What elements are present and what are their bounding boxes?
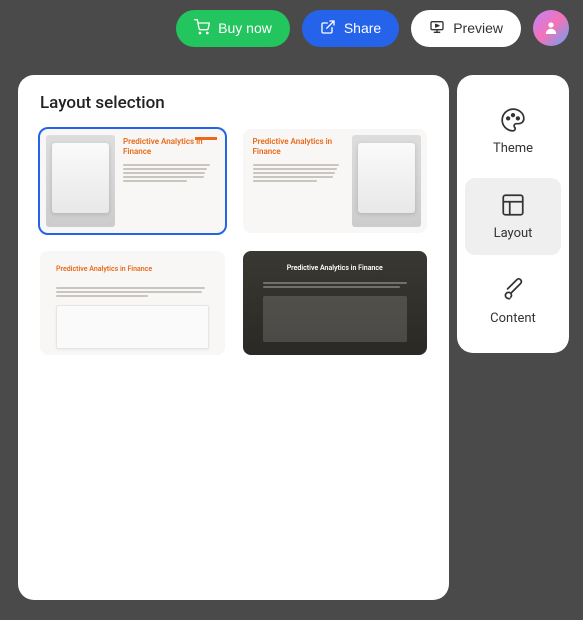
layout-grid: Predictive Analytics in Finance Predicti… bbox=[40, 129, 427, 355]
right-sidebar: Theme Layout Content bbox=[457, 75, 569, 353]
layout-thumbnail-image bbox=[352, 135, 421, 227]
preview-button[interactable]: Preview bbox=[411, 10, 521, 47]
layout-option-4[interactable]: Predictive Analytics in Finance bbox=[243, 251, 428, 355]
brush-icon bbox=[500, 277, 526, 303]
layout-thumbnail-body bbox=[56, 287, 209, 299]
layout-icon bbox=[500, 192, 526, 218]
user-avatar[interactable] bbox=[533, 10, 569, 46]
top-toolbar: Buy now Share Preview bbox=[0, 0, 583, 56]
layout-thumbnail-body bbox=[263, 282, 407, 290]
layout-thumbnail-image bbox=[46, 135, 115, 227]
palette-icon bbox=[500, 107, 526, 133]
sidebar-item-layout[interactable]: Layout bbox=[465, 178, 561, 255]
layout-option-3[interactable]: Predictive Analytics in Finance bbox=[40, 251, 225, 355]
cart-icon bbox=[194, 19, 210, 38]
layout-thumbnail-title: Predictive Analytics in Finance bbox=[56, 265, 209, 273]
layout-thumbnail-image bbox=[263, 296, 407, 342]
layout-thumbnail-title: Predictive Analytics in Finance bbox=[287, 264, 383, 272]
layout-option-1[interactable]: Predictive Analytics in Finance bbox=[40, 129, 225, 233]
layout-selection-panel: Layout selection Predictive Analytics in… bbox=[18, 75, 449, 600]
sidebar-item-label: Content bbox=[490, 311, 536, 326]
layout-thumbnail-table bbox=[56, 305, 209, 349]
buy-now-label: Buy now bbox=[218, 20, 272, 36]
panel-title: Layout selection bbox=[40, 93, 427, 113]
share-label: Share bbox=[344, 20, 381, 36]
share-icon bbox=[320, 19, 336, 38]
sidebar-item-theme[interactable]: Theme bbox=[465, 93, 561, 170]
preview-label: Preview bbox=[453, 20, 503, 36]
layout-thumbnail-title: Predictive Analytics in Finance bbox=[253, 137, 345, 156]
layout-option-2[interactable]: Predictive Analytics in Finance bbox=[243, 129, 428, 233]
user-icon bbox=[542, 19, 560, 37]
sidebar-item-content[interactable]: Content bbox=[465, 263, 561, 340]
layout-thumbnail-body bbox=[123, 164, 215, 184]
main-content: Layout selection Predictive Analytics in… bbox=[18, 75, 569, 600]
layout-thumbnail-title: Predictive Analytics in Finance bbox=[123, 137, 215, 156]
sidebar-item-label: Layout bbox=[494, 226, 533, 241]
sidebar-item-label: Theme bbox=[493, 141, 533, 156]
layout-thumbnail-body bbox=[253, 164, 345, 184]
buy-now-button[interactable]: Buy now bbox=[176, 10, 290, 47]
share-button[interactable]: Share bbox=[302, 10, 399, 47]
preview-icon bbox=[429, 19, 445, 38]
